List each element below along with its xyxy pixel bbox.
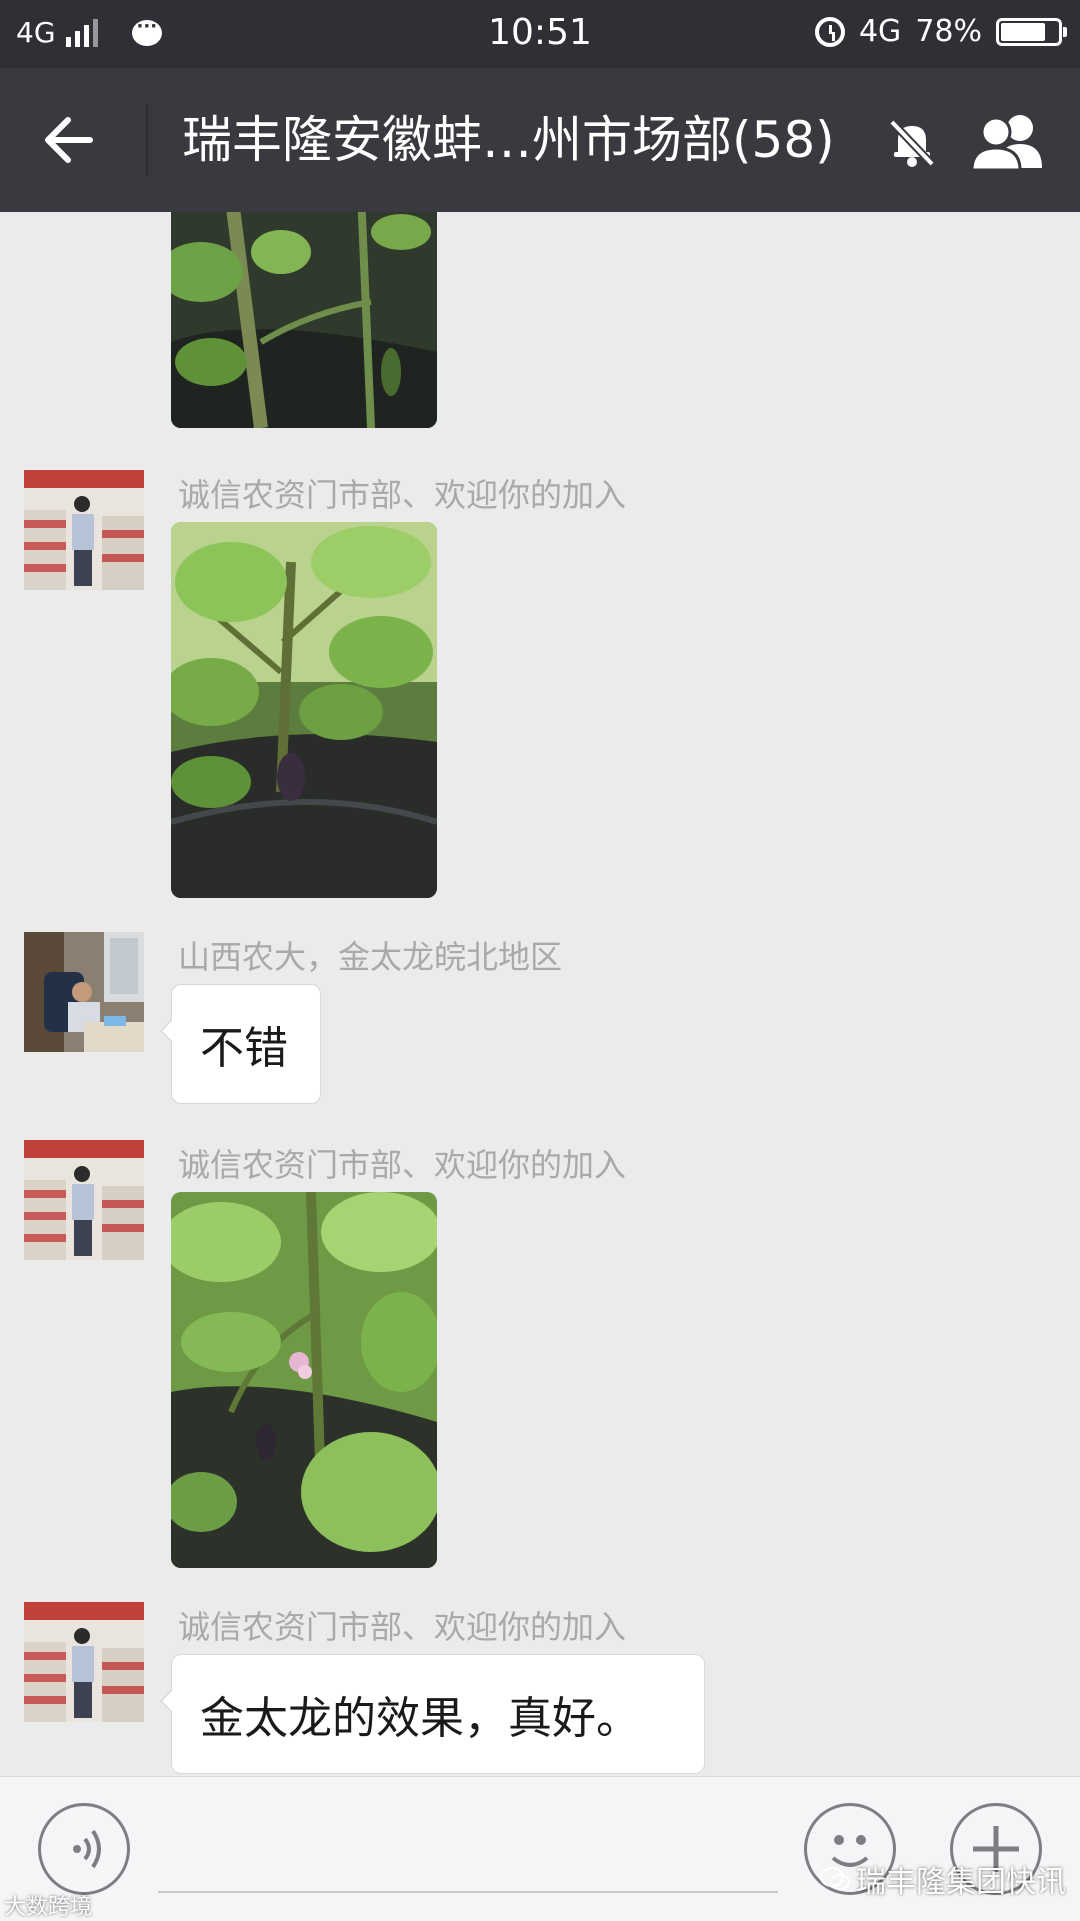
avatar-photo bbox=[24, 1602, 144, 1722]
wechat-logo-icon bbox=[820, 1867, 850, 1890]
avatar[interactable] bbox=[24, 1140, 144, 1260]
avatar[interactable] bbox=[24, 932, 144, 1052]
battery-percent: 78% bbox=[915, 14, 982, 49]
avatar-photo bbox=[24, 470, 144, 590]
mute-bell-icon bbox=[889, 119, 935, 167]
alarm-icon bbox=[814, 16, 845, 47]
avatar-photo bbox=[24, 1140, 144, 1260]
voice-button[interactable] bbox=[38, 1803, 130, 1895]
sender-name: 诚信农资门市部、欢迎你的加入 bbox=[178, 476, 627, 514]
sender-name: 诚信农资门市部、欢迎你的加入 bbox=[178, 1146, 627, 1184]
sender-name: 诚信农资门市部、欢迎你的加入 bbox=[178, 1608, 627, 1646]
corner-watermark-text: 大数跨境 bbox=[4, 1895, 93, 1920]
status-right: 4G 78% bbox=[814, 14, 1067, 49]
sender-name: 山西农大，金太龙皖北地区 bbox=[178, 938, 563, 976]
watermark: 瑞丰隆集团快讯 bbox=[820, 1857, 1066, 1901]
message-bubble[interactable]: 不错 bbox=[160, 984, 321, 1104]
avatar-photo bbox=[24, 932, 144, 1052]
message-text: 不错 bbox=[200, 1023, 288, 1074]
chat-title: 瑞丰隆安徽蚌…州市场部(58) bbox=[182, 111, 835, 169]
voice-icon bbox=[73, 1829, 101, 1869]
message-image[interactable] bbox=[171, 1192, 437, 1568]
message-input[interactable] bbox=[158, 1891, 778, 1893]
eggplant-photo-image bbox=[171, 212, 437, 428]
eggplant-photo-image bbox=[171, 522, 437, 898]
network-label-right: 4G bbox=[858, 14, 902, 49]
chat-header: 瑞丰隆安徽蚌…州市场部(58) bbox=[0, 68, 1080, 212]
back-arrow-icon[interactable] bbox=[40, 112, 100, 168]
input-bar: 瑞丰隆集团快讯 大数跨境 bbox=[0, 1776, 1080, 1921]
eggplant-flower-photo-image bbox=[171, 1192, 437, 1568]
group-members-icon[interactable] bbox=[968, 110, 1050, 172]
message-image[interactable] bbox=[171, 522, 437, 898]
message-image[interactable] bbox=[171, 212, 437, 428]
header-divider bbox=[146, 104, 148, 176]
battery-icon bbox=[996, 17, 1067, 46]
status-bar: 4G 10:51 4G 78% bbox=[0, 0, 1080, 68]
message-bubble[interactable]: 金太龙的效果，真好。 bbox=[160, 1654, 705, 1774]
battery-fill bbox=[1001, 22, 1045, 41]
message-text: 金太龙的效果，真好。 bbox=[200, 1693, 640, 1744]
avatar[interactable] bbox=[24, 1602, 144, 1722]
chat-messages[interactable]: 诚信农资门市部、欢迎你的加入 山西农大，金太龙皖北地区 不错 诚信农资门市部、欢… bbox=[0, 212, 1080, 1776]
corner-watermark: 大数跨境 bbox=[4, 1889, 92, 1921]
watermark-text: 瑞丰隆集团快讯 bbox=[856, 1865, 1066, 1900]
avatar[interactable] bbox=[24, 470, 144, 590]
